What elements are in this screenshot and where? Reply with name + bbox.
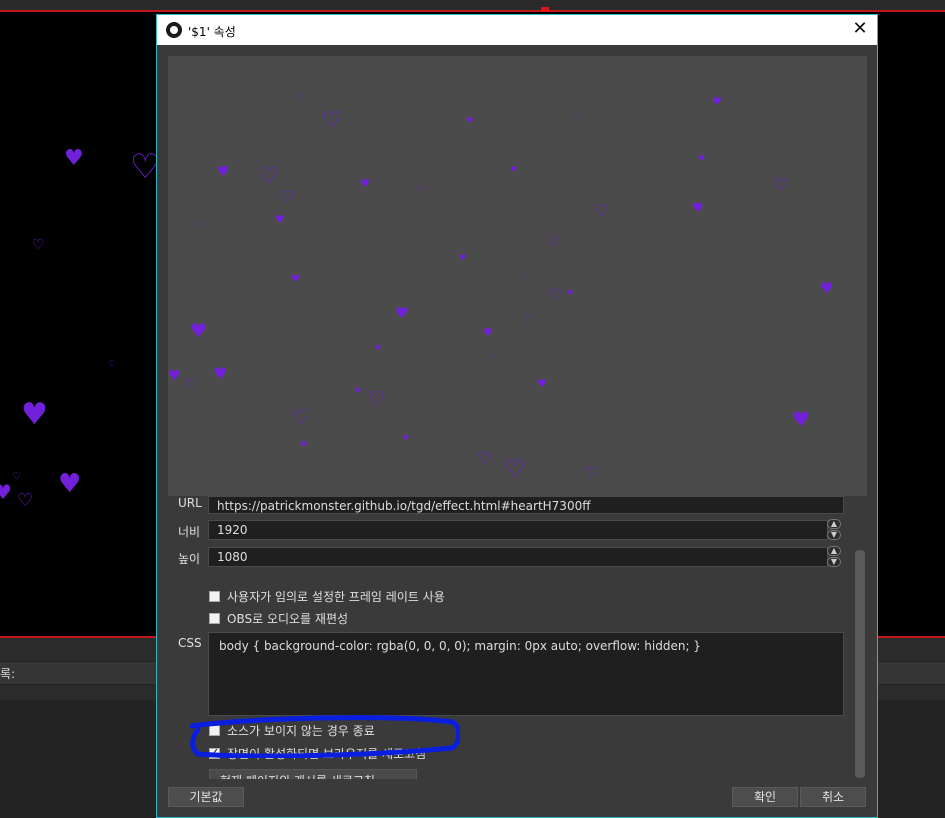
obs-app: ♥ ♡ ♡ ♡ ♥ ♡ ♥ ♥ ♡ 록: '$1' 속성 ✕ ♡ ♥ ♡ ♥ ♡… <box>0 0 945 818</box>
custom-fps-checkbox[interactable] <box>209 591 220 602</box>
heart-icon: ♥ <box>537 377 547 390</box>
reroute-audio-label: OBS로 오디오를 재편성 <box>227 612 349 626</box>
heart-outline-icon: ♡ <box>280 187 295 206</box>
bg-top-bar <box>0 0 945 10</box>
heart-icon: ♥ <box>792 407 810 431</box>
reroute-audio-option[interactable]: OBS로 오디오를 재편성 <box>209 610 348 626</box>
heart-outline-icon: ♡ <box>549 286 563 304</box>
height-stepper[interactable]: ▲ ▼ <box>827 546 841 568</box>
ok-button[interactable]: 확인 <box>732 787 798 807</box>
custom-fps-label: 사용자가 임의로 설정한 프레임 레이트 사용 <box>227 590 445 604</box>
reroute-audio-checkbox[interactable] <box>209 613 220 624</box>
refresh-on-active-checkbox[interactable] <box>209 746 220 759</box>
spin-down-icon[interactable]: ▼ <box>827 530 841 540</box>
heart-icon: ♥ <box>300 440 308 449</box>
shutdown-checkbox[interactable] <box>209 725 220 736</box>
heart-icon: ♥ <box>58 469 82 499</box>
heart-outline-icon: ♡ <box>572 115 580 124</box>
heart-icon: ♥ <box>213 364 228 383</box>
height-label: 높이 <box>178 552 201 566</box>
heart-icon: ♥ <box>403 434 410 442</box>
heart-icon: ♥ <box>360 177 370 190</box>
heart-icon: ♥ <box>698 154 706 163</box>
heart-icon: ♥ <box>168 368 181 384</box>
dialog-title: '$1' 속성 <box>188 25 236 39</box>
refresh-cache-button[interactable]: 현재 페이지의 캐시를 새로고침 <box>209 769 417 779</box>
heart-outline-icon: ♡ <box>185 377 197 392</box>
source-preview: ♡ ♥ ♡ ♥ ♡ ♥ ♥ ♡ ♥ ♥ ♡ ♡ ♡ ♥ ♡ ♥ ♡ ♡ ♥ ♥ … <box>168 56 867 496</box>
heart-outline-icon: ♡ <box>12 471 21 482</box>
title-bar[interactable]: '$1' 속성 ✕ <box>157 15 877 45</box>
spin-up-icon[interactable]: ▲ <box>827 519 841 529</box>
heart-icon: ♥ <box>190 320 208 342</box>
heart-icon: ♥ <box>820 279 834 297</box>
heart-outline-icon: ♡ <box>504 455 526 483</box>
heart-icon: ♥ <box>459 253 467 262</box>
url-label: URL <box>178 496 202 510</box>
custom-fps-option[interactable]: 사용자가 임의로 설정한 프레임 레이트 사용 <box>209 588 445 604</box>
obs-logo-icon <box>166 22 182 38</box>
heart-icon: ♥ <box>712 95 722 108</box>
heart-outline-icon: ♡ <box>520 273 529 284</box>
heart-outline-icon: ♡ <box>414 184 424 197</box>
heart-outline-icon: ♡ <box>108 359 116 368</box>
width-field[interactable]: 1920 <box>208 520 828 540</box>
heart-icon: ♥ <box>0 480 12 504</box>
defaults-button[interactable]: 기본값 <box>168 787 244 807</box>
heart-outline-icon: ♡ <box>297 94 306 104</box>
heart-icon: ♥ <box>64 146 84 171</box>
heart-outline-icon: ♡ <box>259 164 279 189</box>
form-scrollbar[interactable] <box>854 536 866 778</box>
heart-outline-icon: ♡ <box>773 175 789 195</box>
css-textarea[interactable]: body { background-color: rgba(0, 0, 0, 0… <box>208 632 844 716</box>
spin-down-icon[interactable]: ▼ <box>827 557 841 567</box>
heart-icon: ♥ <box>375 344 382 352</box>
heart-outline-icon: ♡ <box>585 465 598 481</box>
heart-outline-icon: ♡ <box>198 221 206 230</box>
url-field[interactable]: https://patrickmonster.github.io/tgd/eff… <box>208 496 844 514</box>
spin-up-icon[interactable]: ▲ <box>827 546 841 556</box>
heart-icon: ♥ <box>21 397 48 432</box>
heart-icon: ♥ <box>510 165 518 174</box>
heart-icon: ♥ <box>466 116 474 125</box>
heart-icon: ♥ <box>692 201 704 216</box>
heart-outline-icon: ♡ <box>292 405 310 429</box>
bg-dock-title: 록: <box>0 667 16 681</box>
cancel-button[interactable]: 취소 <box>800 787 866 807</box>
heart-icon: ♥ <box>483 326 493 339</box>
heart-outline-icon: ♡ <box>17 490 34 511</box>
heart-outline-icon: ♡ <box>594 202 610 222</box>
refresh-on-active-option[interactable]: 장면이 활성화되면 브라우저를 새로고침 <box>209 745 426 761</box>
heart-outline-icon: ♡ <box>32 237 45 253</box>
shutdown-option[interactable]: 소스가 보이지 않는 경우 종료 <box>209 722 375 738</box>
width-label: 너비 <box>178 525 201 539</box>
css-label: CSS <box>178 636 202 650</box>
heart-outline-icon: ♡ <box>548 235 560 250</box>
heart-outline-icon: ♡ <box>522 313 532 326</box>
refresh-on-active-label: 장면이 활성화되면 브라우저를 새로고침 <box>227 747 427 761</box>
properties-dialog: '$1' 속성 ✕ ♡ ♥ ♡ ♥ ♡ ♥ ♥ ♡ ♥ ♥ ♡ ♡ ♡ ♥ ♡ … <box>156 14 878 818</box>
heart-icon: ♥ <box>217 164 230 180</box>
heart-outline-icon: ♡ <box>477 449 493 469</box>
heart-icon: ♥ <box>395 304 409 322</box>
scrollbar-thumb[interactable] <box>855 550 865 778</box>
heart-icon: ♥ <box>355 387 362 395</box>
heart-outline-icon: ♡ <box>368 388 386 410</box>
properties-form: URL https://patrickmonster.github.io/tgd… <box>157 496 877 779</box>
heart-outline-icon: ♡ <box>322 108 342 133</box>
height-field[interactable]: 1080 <box>208 547 828 567</box>
shutdown-label: 소스가 보이지 않는 경우 종료 <box>227 724 375 738</box>
heart-icon: ♥ <box>275 213 285 226</box>
heart-icon: ♥ <box>567 289 574 297</box>
close-button[interactable]: ✕ <box>843 15 877 45</box>
width-stepper[interactable]: ▲ ▼ <box>827 519 841 541</box>
heart-icon: ♥ <box>291 274 300 285</box>
heart-outline-icon: ♡ <box>489 354 496 362</box>
